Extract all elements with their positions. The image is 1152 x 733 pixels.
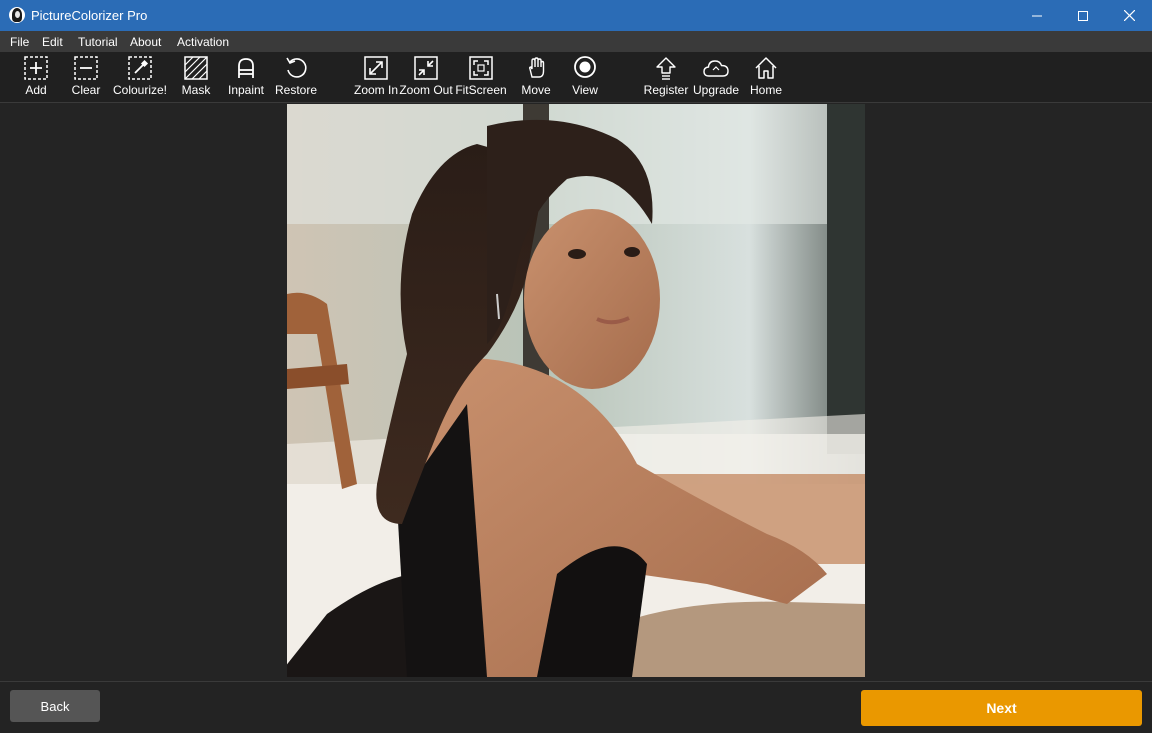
menu-activation[interactable]: Activation <box>177 35 229 49</box>
fit-screen-label: FitScreen <box>455 83 507 97</box>
zoom-in-button[interactable]: Zoom In <box>354 52 398 102</box>
home-icon <box>755 57 777 79</box>
loaded-photo[interactable] <box>287 104 865 677</box>
app-portrait-icon <box>9 7 25 23</box>
upgrade-label: Upgrade <box>692 83 740 97</box>
mask-button[interactable]: Mask <box>176 52 216 102</box>
bottom-bar: Back Next <box>0 681 1152 733</box>
back-button[interactable]: Back <box>10 690 100 722</box>
clear-label: Clear <box>71 83 101 97</box>
inpaint-icon <box>238 58 254 78</box>
mask-icon <box>184 56 208 80</box>
clear-icon <box>74 56 98 80</box>
minimize-icon <box>1032 15 1042 16</box>
colourize-label: Colourize! <box>112 83 168 97</box>
view-button[interactable]: View <box>567 52 603 102</box>
hand-icon <box>528 57 545 78</box>
close-button[interactable] <box>1106 0 1152 31</box>
register-button[interactable]: Register <box>642 52 690 102</box>
zoom-in-icon <box>364 56 388 80</box>
add-button[interactable]: Add <box>16 52 56 102</box>
menu-tutorial[interactable]: Tutorial <box>78 35 118 49</box>
minimize-button[interactable] <box>1014 0 1060 31</box>
menu-bar: File Edit Tutorial About Activation <box>0 31 1152 52</box>
inpaint-button[interactable]: Inpaint <box>226 52 266 102</box>
zoom-out-button[interactable]: Zoom Out <box>399 52 453 102</box>
menu-edit[interactable]: Edit <box>42 35 63 49</box>
maximize-button[interactable] <box>1060 0 1106 31</box>
fit-screen-button[interactable]: FitScreen <box>455 52 507 102</box>
zoom-out-label: Zoom Out <box>399 83 453 97</box>
cloud-icon <box>703 60 729 77</box>
window-title: PictureColorizer Pro <box>31 8 148 23</box>
home-button[interactable]: Home <box>746 52 786 102</box>
menu-file[interactable]: File <box>10 35 29 49</box>
move-button[interactable]: Move <box>518 52 554 102</box>
mask-label: Mask <box>181 83 211 97</box>
upgrade-button[interactable]: Upgrade <box>691 52 741 102</box>
eyedropper-icon <box>128 56 152 80</box>
inpaint-label: Inpaint <box>227 83 265 97</box>
menu-about[interactable]: About <box>130 35 161 49</box>
colourize-button[interactable]: Colourize! <box>113 52 167 102</box>
maximize-icon <box>1078 10 1088 21</box>
fit-screen-icon <box>469 56 493 80</box>
clear-button[interactable]: Clear <box>66 52 106 102</box>
zoom-out-icon <box>414 56 438 80</box>
view-icon <box>574 56 596 78</box>
restore-button[interactable]: Restore <box>273 52 319 102</box>
upload-arrow-icon <box>656 57 676 80</box>
toolbar: Add Clear Colourize! Mask Inpaint Restor… <box>0 52 1152 102</box>
view-label: View <box>572 83 598 97</box>
close-icon <box>1123 10 1135 21</box>
add-label: Add <box>25 83 47 97</box>
title-bar: PictureColorizer Pro <box>0 0 1152 31</box>
image-canvas[interactable] <box>0 102 1152 682</box>
add-icon <box>24 56 48 80</box>
zoom-in-label: Zoom In <box>354 83 399 97</box>
undo-icon <box>286 57 307 78</box>
next-button[interactable]: Next <box>861 690 1142 726</box>
move-label: Move <box>521 83 551 97</box>
restore-label: Restore <box>274 83 318 97</box>
home-label: Home <box>749 83 782 97</box>
register-label: Register <box>643 83 689 97</box>
